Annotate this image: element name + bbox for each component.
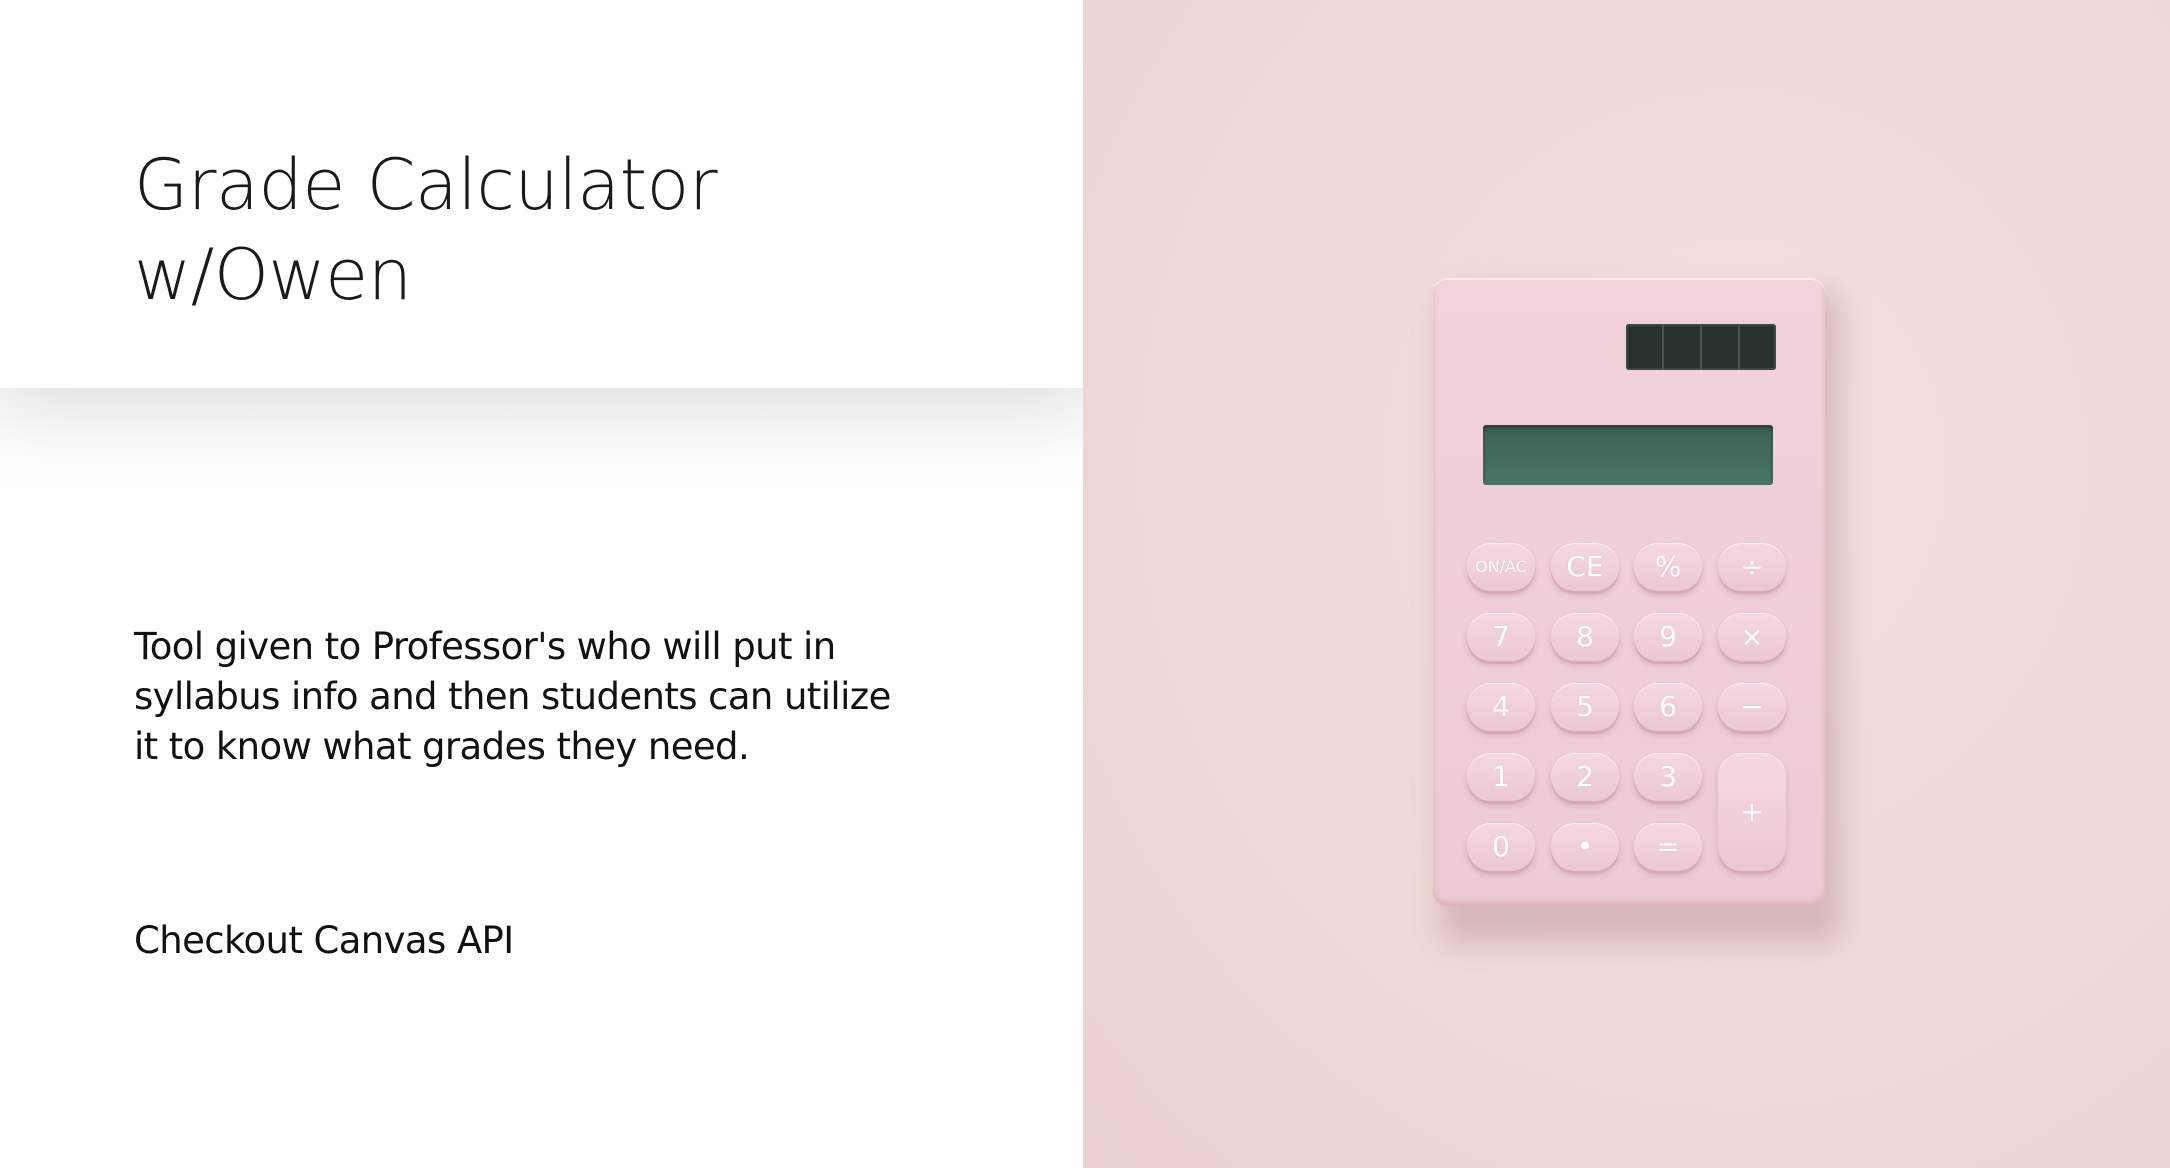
slide-body-line-2: syllabus info and then students can util… — [134, 675, 891, 718]
slide-title: Grade Calculator w/Owen — [134, 140, 994, 320]
key-9: 9 — [1634, 613, 1702, 661]
key-divide: ÷ — [1718, 543, 1786, 591]
key-multiply: × — [1718, 613, 1786, 661]
slide-body: Tool given to Professor's who will put i… — [134, 622, 974, 772]
calculator-keypad: ON/AC CE % ÷ 7 8 9 × 4 5 6 − 1 2 3 + 0 •… — [1433, 278, 1825, 906]
key-ce: CE — [1551, 543, 1619, 591]
slide-note: Checkout Canvas API — [134, 919, 514, 962]
calculator-photo: ON/AC CE % ÷ 7 8 9 × 4 5 6 − 1 2 3 + 0 •… — [1083, 0, 2170, 1168]
key-equals: = — [1634, 823, 1702, 871]
key-6: 6 — [1634, 683, 1702, 731]
slide-title-line-2: w/Owen — [134, 234, 412, 316]
calculator-image: ON/AC CE % ÷ 7 8 9 × 4 5 6 − 1 2 3 + 0 •… — [1433, 278, 1825, 906]
title-band-shadow — [0, 388, 1083, 488]
key-1: 1 — [1467, 753, 1535, 801]
key-3: 3 — [1634, 753, 1702, 801]
slide-body-line-1: Tool given to Professor's who will put i… — [134, 625, 836, 668]
key-percent: % — [1634, 543, 1702, 591]
key-2: 2 — [1551, 753, 1619, 801]
slide-title-line-1: Grade Calculator — [134, 144, 718, 226]
key-4: 4 — [1467, 683, 1535, 731]
key-on-ac: ON/AC — [1467, 543, 1535, 591]
key-plus: + — [1718, 753, 1786, 871]
key-8: 8 — [1551, 613, 1619, 661]
key-7: 7 — [1467, 613, 1535, 661]
key-minus: − — [1718, 683, 1786, 731]
key-5: 5 — [1551, 683, 1619, 731]
key-dot: • — [1551, 823, 1619, 871]
text-panel: Grade Calculator w/Owen Tool given to Pr… — [0, 0, 1083, 1168]
slide-body-line-3: it to know what grades they need. — [134, 725, 750, 768]
key-0: 0 — [1467, 823, 1535, 871]
slide: Grade Calculator w/Owen Tool given to Pr… — [0, 0, 2170, 1168]
